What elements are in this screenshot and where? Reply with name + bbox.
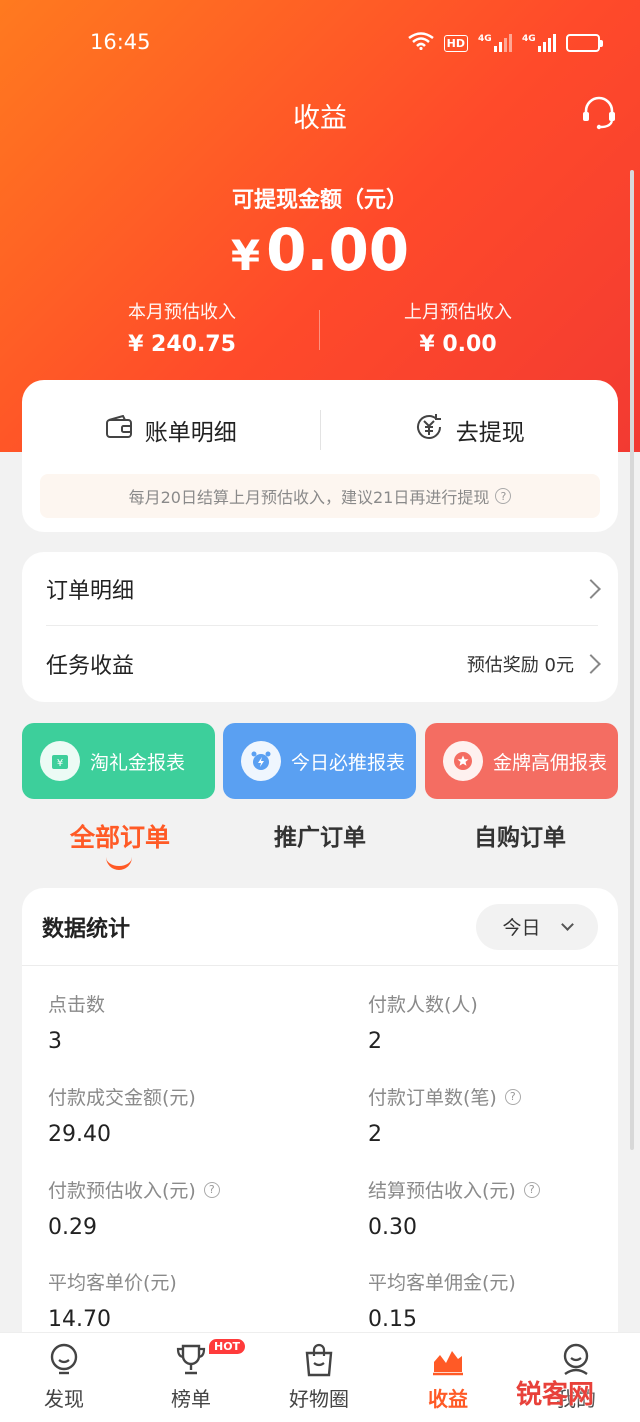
customer-service-icon[interactable] xyxy=(580,96,618,130)
chevron-down-icon xyxy=(560,917,574,931)
svg-text:¥: ¥ xyxy=(57,758,63,769)
stat-payment-amount: 付款成交金额(元) 29.40 xyxy=(48,1087,196,1147)
stat-paid-est-income: 付款预估收入(元)? 0.29 xyxy=(48,1176,348,1240)
shopping-bag-icon xyxy=(302,1342,336,1383)
alarm-clock-icon xyxy=(241,741,281,781)
nav-discover[interactable]: 发现 xyxy=(14,1341,114,1412)
page-title: 收益 xyxy=(293,103,347,134)
tab-promo-orders[interactable]: 推广订单 xyxy=(230,818,410,852)
nav-income[interactable]: 收益 xyxy=(398,1341,498,1412)
hd-icon: HD xyxy=(443,34,468,52)
tab-all-orders[interactable]: 全部订单 xyxy=(30,818,210,854)
chevron-right-icon xyxy=(581,654,601,674)
help-icon[interactable]: ? xyxy=(523,1181,540,1198)
order-tabs: 全部订单 推广订单 自购订单 xyxy=(0,812,640,876)
last-month-value: ¥ 0.00 xyxy=(419,332,497,357)
signal-icon: 4G xyxy=(478,34,512,52)
this-month-label: 本月预估收入 xyxy=(128,302,236,323)
chevron-right-icon xyxy=(581,578,601,599)
task-reward-value: 预估奖励 0元 xyxy=(466,655,574,676)
withdraw-button[interactable]: 去提现 xyxy=(321,412,619,448)
medal-icon xyxy=(443,741,483,781)
watermark: 锐客网 xyxy=(515,1380,594,1410)
stat-settled-est-income: 结算预估收入(元)? 0.30 xyxy=(368,1176,640,1240)
battery-icon xyxy=(566,34,603,52)
withdraw-icon xyxy=(414,412,444,448)
signal-icon-2: 4G xyxy=(522,34,556,52)
withdrawable-amount: ¥0.00 xyxy=(230,216,410,284)
report-shortcuts: ¥ 淘礼金报表 今日必推报表 金牌高佣报表 xyxy=(22,723,618,799)
trophy-icon xyxy=(174,1342,208,1383)
status-time: 16:45 xyxy=(90,30,151,54)
wifi-icon xyxy=(407,32,434,54)
status-bar: 16:45 HD 4G 4G xyxy=(0,28,640,58)
tab-self-orders[interactable]: 自购订单 xyxy=(430,818,610,852)
gold-commission-report-button[interactable]: 金牌高佣报表 xyxy=(425,723,618,799)
stat-avg-commission: 平均客单佣金(元) 0.15 xyxy=(368,1272,516,1332)
help-icon[interactable]: ? xyxy=(495,488,512,504)
detail-list: 订单明细 任务收益 预估奖励 0元 xyxy=(22,552,618,702)
stat-avg-order-price: 平均客单价(元) 14.70 xyxy=(48,1272,177,1332)
active-tab-indicator xyxy=(106,856,132,870)
withdrawable-label: 可提现金额（元） xyxy=(231,188,408,213)
date-range-dropdown[interactable]: 今日 xyxy=(476,903,598,950)
stat-clicks: 点击数 3 xyxy=(48,994,106,1054)
order-detail-item[interactable]: 订单明细 xyxy=(46,552,601,626)
bill-detail-button[interactable]: 账单明细 xyxy=(22,413,320,447)
settlement-notice: 每月20日结算上月预估收入，建议21日再进行提现? xyxy=(40,474,600,518)
income-chart-icon xyxy=(431,1342,465,1383)
this-month-value: ¥ 240.75 xyxy=(128,332,236,357)
stat-paid-orders: 付款订单数(笔)? 2 xyxy=(368,1083,640,1147)
stats-title: 数据统计 xyxy=(42,916,131,942)
gift-money-icon: ¥ xyxy=(40,741,80,781)
taolijin-report-button[interactable]: ¥ 淘礼金报表 xyxy=(22,723,215,799)
bill-card: 账单明细 去提现 每月20日结算上月预估收入，建议21日再进行提现? xyxy=(22,380,618,532)
help-icon[interactable]: ? xyxy=(504,1088,521,1105)
task-income-item[interactable]: 任务收益 预估奖励 0元 xyxy=(46,627,601,701)
nav-ranking[interactable]: HOT 榜单 xyxy=(141,1339,246,1412)
scrollbar[interactable] xyxy=(630,170,634,1150)
hot-badge: HOT xyxy=(209,1339,246,1354)
nav-goods-circle[interactable]: 好物圈 xyxy=(269,1341,369,1412)
bulb-face-icon xyxy=(47,1342,81,1383)
stat-paying-users: 付款人数(人) 2 xyxy=(368,994,478,1054)
last-month-label: 上月预估收入 xyxy=(404,302,512,323)
daily-push-report-button[interactable]: 今日必推报表 xyxy=(223,723,416,799)
wallet-icon xyxy=(105,414,133,445)
help-icon[interactable]: ? xyxy=(203,1181,220,1198)
